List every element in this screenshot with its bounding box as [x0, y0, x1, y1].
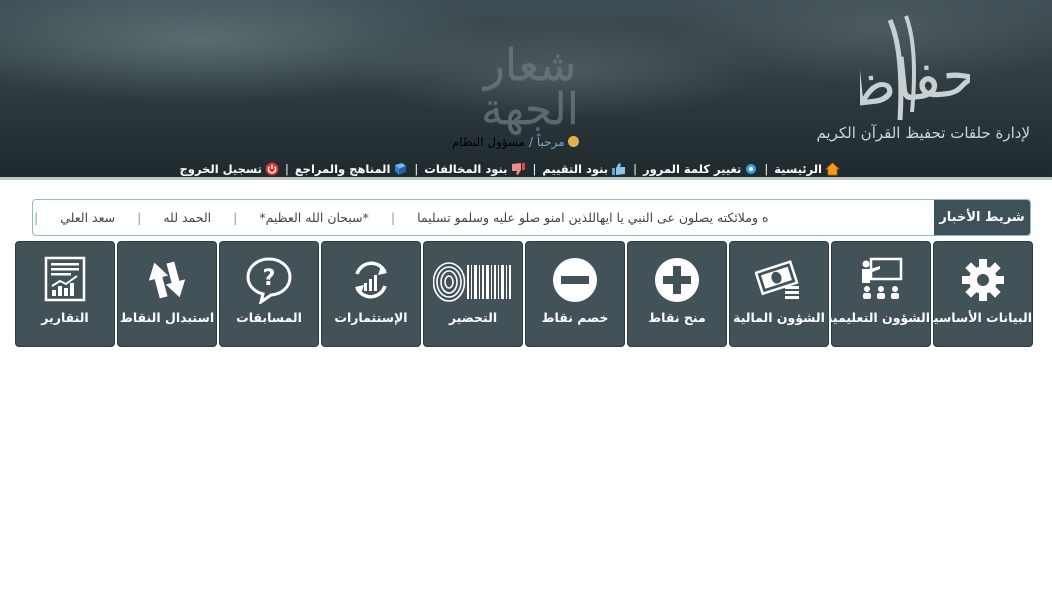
tile-grant-points[interactable]: منح نقاط [627, 241, 727, 347]
nav-violation-items[interactable]: بنود المخالفات [424, 162, 526, 176]
power-icon [265, 162, 279, 176]
home-icon [825, 162, 840, 176]
nav-logout-label: تسجيل الخروج [179, 162, 262, 176]
gear-icon [746, 164, 757, 174]
nav-change-password-label: تغيير كلمة المرور [643, 162, 742, 176]
nav-separator: | [284, 162, 289, 176]
news-item[interactable]: *سبحان الله العظيم* [237, 210, 391, 225]
nav-evaluation-items-label: بنود التقييم [542, 162, 609, 176]
news-ticker: شريط الأخبار ه وملائكته يصلون عى النبي ي… [32, 199, 1031, 236]
tile-investments[interactable]: الإستثمارات [321, 241, 421, 347]
nav-logout[interactable]: تسجيل الخروج [180, 162, 279, 176]
tile-competitions-label: المسابقات [236, 310, 302, 325]
news-ticker-track: ه وملائكته يصلون عى النبي يا ايهاللذين ا… [34, 200, 934, 235]
book-icon [395, 163, 407, 175]
tile-exchange-points[interactable]: استبدال النقاط [117, 241, 217, 347]
tile-basic-data[interactable]: البيانات الأساسية [926, 241, 1033, 347]
tile-financial-affairs-label: الشؤون المالية [733, 310, 825, 325]
tile-exchange-points-label: استبدال النقاط [119, 310, 215, 325]
teacher-board-icon [862, 257, 903, 299]
org-slogan: شعار الجهة [481, 40, 579, 135]
svg-text:?: ? [263, 266, 276, 291]
welcome-username[interactable]: مسؤول النظام [452, 135, 525, 149]
site-subtitle: لإدارة حلقات تحفيظ القرآن الكريم [816, 124, 1030, 142]
welcome-greeting: مرحباً / [529, 135, 565, 149]
nav-separator: | [764, 162, 769, 176]
tile-reports-label: التقارير [41, 310, 89, 325]
tile-educational-affairs-label: الشؤون التعليمية [825, 310, 930, 325]
main-menu-tiles: البيانات الأساسية الشؤون التعليمية الشؤو… [13, 241, 1033, 347]
nav-separator: | [532, 162, 537, 176]
news-separator: | [34, 210, 39, 225]
news-separator: | [233, 210, 238, 225]
site-header: حفاظ شعار الجهة لإدارة حلقات تحفيظ القرآ… [0, 0, 1052, 180]
nav-curricula[interactable]: المناهج والمراجع [295, 162, 409, 176]
recycle-chart-icon [355, 261, 387, 299]
tile-grant-points-label: منح نقاط [648, 310, 706, 325]
nav-home-label: الرئيسية [774, 162, 822, 176]
money-icon [755, 260, 799, 299]
tile-financial-affairs[interactable]: الشؤون المالية [729, 241, 829, 347]
news-separator: | [390, 210, 396, 225]
welcome-message: مرحباً / مسؤول النظام [452, 135, 579, 149]
tile-reports[interactable]: التقارير [15, 241, 115, 347]
gear-icon [962, 259, 1004, 301]
tile-deduct-points[interactable]: خصم نقاط [525, 241, 625, 347]
exchange-arrows-icon [148, 261, 186, 299]
tile-competitions[interactable]: ? المسابقات [219, 241, 319, 347]
news-item[interactable]: ه وملائكته يصلون عى النبي يا ايهاللذين ا… [395, 210, 790, 225]
site-logo: حفاظ [860, 15, 970, 121]
tile-basic-data-label: البيانات الأساسية [926, 310, 1032, 325]
thumbs-down-icon [512, 163, 526, 175]
tile-attendance-label: التحضير [448, 310, 498, 325]
plus-circle-icon [655, 258, 699, 302]
nav-home[interactable]: الرئيسية [774, 162, 840, 176]
user-icon [567, 136, 579, 147]
news-separator: | [137, 210, 142, 225]
nav-separator: | [633, 162, 637, 176]
news-item[interactable]: الحمد لله [141, 210, 233, 225]
nav-evaluation-items[interactable]: بنود التقييم [542, 162, 627, 176]
tile-educational-affairs[interactable]: الشؤون التعليمية [825, 241, 931, 347]
fingerprint-barcode-icon [433, 262, 511, 302]
question-bubble-icon: ? [246, 257, 292, 304]
nav-separator: | [414, 162, 419, 176]
tile-deduct-points-label: خصم نقاط [541, 310, 609, 325]
minus-circle-icon [553, 258, 597, 302]
nav-violation-items-label: بنود المخالفات [424, 162, 508, 176]
nav-curricula-label: المناهج والمراجع [294, 162, 391, 176]
tile-investments-label: الإستثمارات [334, 310, 408, 325]
nav-change-password[interactable]: تغيير كلمة المرور [643, 162, 758, 176]
top-navigation: الرئيسية | تغيير كلمة المرور | بنود التق… [180, 160, 840, 178]
report-chart-icon [44, 256, 86, 302]
news-item[interactable]: سعد العلي [38, 210, 137, 225]
thumbs-up-icon [612, 163, 626, 175]
tile-attendance[interactable]: التحضير [423, 241, 523, 347]
news-ticker-label: شريط الأخبار [934, 200, 1030, 235]
